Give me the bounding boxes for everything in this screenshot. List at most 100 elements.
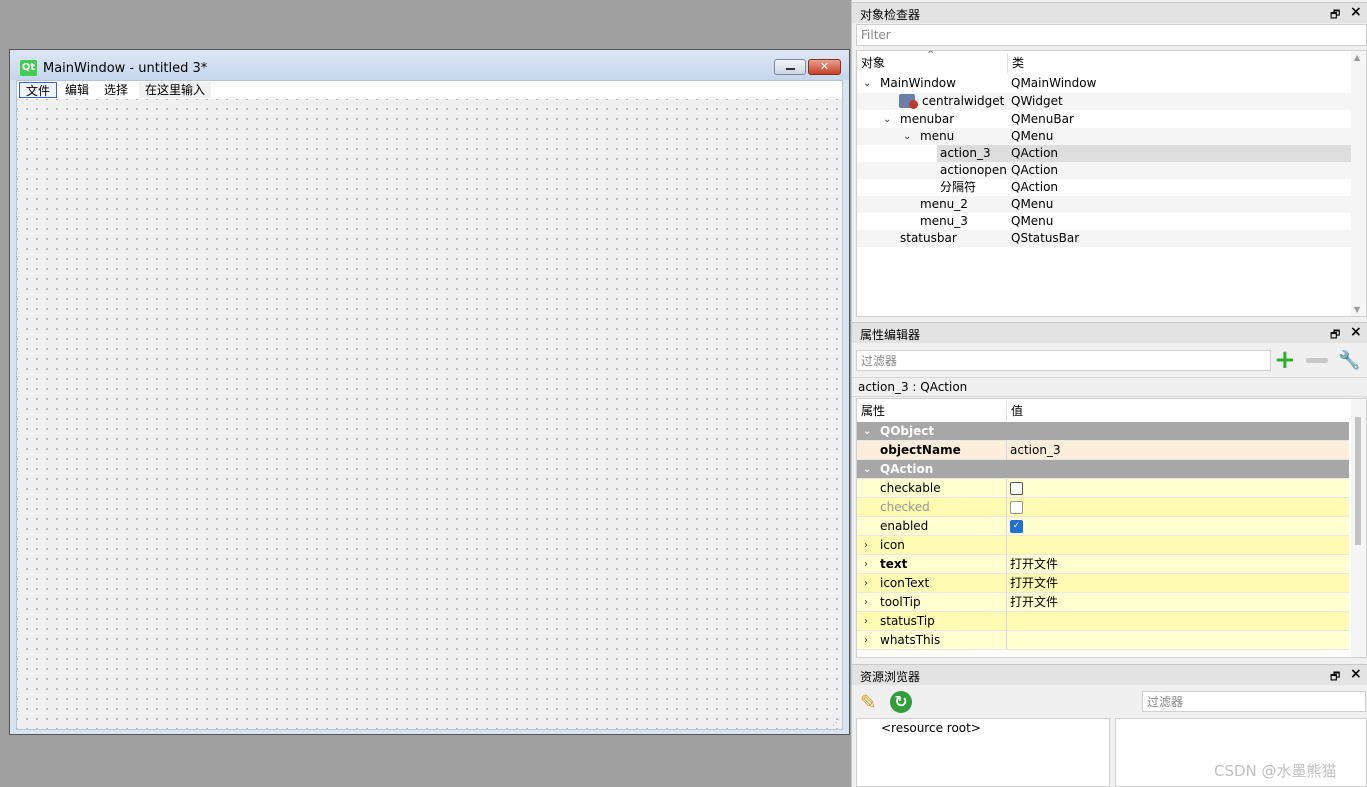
close-icon[interactable]: × <box>1350 666 1362 682</box>
edit-resources-icon[interactable]: ✎ <box>860 690 884 714</box>
chevron-down-icon[interactable]: ⌄ <box>883 111 891 128</box>
property-editor-titlebar[interactable]: 属性编辑器 🗗 × <box>852 322 1367 343</box>
dock-column: 对象检查器 🗗 × 对象 ^ 类 ⌄ MainWindow QMainWindo… <box>851 0 1367 787</box>
property-row[interactable]: checkable <box>857 479 1349 498</box>
property-filter-input[interactable] <box>857 351 1270 370</box>
object-filter-field[interactable] <box>856 24 1367 46</box>
resource-root-item[interactable]: <resource root> <box>881 721 981 735</box>
property-key: statusTip <box>880 614 935 628</box>
property-table[interactable]: 属性 值 ⌄ QObject objectName action_3 ⌄ QAc… <box>856 398 1367 658</box>
form-title-bar[interactable]: Qt MainWindow - untitled 3* ✕ <box>10 50 849 80</box>
chevron-down-icon[interactable]: ⌄ <box>863 75 871 92</box>
tree-row-class: QMenuBar <box>1011 112 1074 126</box>
column-divider <box>1006 479 1007 498</box>
property-group-row[interactable]: ⌄ QAction <box>857 460 1349 479</box>
chevron-down-icon[interactable]: ⌄ <box>863 422 871 441</box>
checked-checkbox[interactable] <box>1010 501 1023 514</box>
close-icon[interactable]: × <box>1350 324 1362 340</box>
chevron-right-icon[interactable]: › <box>864 593 868 612</box>
close-icon[interactable]: × <box>1350 4 1362 20</box>
property-scrollbar-thumb[interactable] <box>1355 417 1361 545</box>
reload-icon[interactable]: ↻ <box>890 691 912 713</box>
minimize-button[interactable] <box>774 59 806 75</box>
property-row[interactable]: › toolTip 打开文件 <box>857 593 1349 612</box>
object-inspector-titlebar[interactable]: 对象检查器 🗗 × <box>852 2 1367 23</box>
close-icon: ✕ <box>819 60 830 73</box>
resize-grip-icon[interactable]: ⋰ <box>832 719 840 727</box>
tree-row[interactable]: ⌄ menubar QMenuBar <box>857 111 1351 128</box>
property-value[interactable]: 打开文件 <box>1010 555 1058 574</box>
float-icon[interactable]: 🗗 <box>1330 668 1340 687</box>
chevron-right-icon[interactable]: › <box>864 631 868 650</box>
tree-row[interactable]: ⌄ menu QMenu <box>857 128 1351 145</box>
float-icon[interactable]: 🗗 <box>1330 6 1340 25</box>
resource-filter-input[interactable] <box>1143 692 1365 711</box>
menu-select[interactable]: 选择 <box>98 82 134 98</box>
column-divider <box>1006 441 1007 460</box>
scroll-down-icon[interactable]: ▼ <box>1354 305 1360 314</box>
close-button[interactable]: ✕ <box>808 59 841 75</box>
column-header-object[interactable]: 对象 ^ <box>857 50 1008 73</box>
chevron-right-icon[interactable]: › <box>864 536 868 555</box>
menu-type-here[interactable]: 在这里输入 <box>139 82 212 98</box>
tree-row-name: menu <box>920 129 955 143</box>
column-header-value[interactable]: 值 <box>1007 401 1347 421</box>
column-header-property[interactable]: 属性 <box>857 401 1007 421</box>
add-property-icon[interactable]: + <box>1274 347 1296 373</box>
tree-row-name: menu_2 <box>920 197 968 211</box>
chevron-down-icon[interactable]: ⌄ <box>863 460 871 479</box>
object-inspector-title: 对象检查器 <box>860 8 921 22</box>
enabled-checkbox[interactable]: ✓ <box>1010 520 1023 533</box>
tree-row-class: QAction <box>1011 163 1059 177</box>
tree-row-selected[interactable]: action_3 QAction <box>857 145 1351 162</box>
tree-row-name: action_3 <box>940 146 991 160</box>
property-row[interactable]: › icon <box>857 536 1349 555</box>
property-row[interactable]: objectName action_3 <box>857 441 1349 460</box>
chevron-right-icon[interactable]: › <box>864 574 868 593</box>
chevron-right-icon[interactable]: › <box>864 555 868 574</box>
column-divider <box>1006 517 1007 536</box>
tree-row[interactable]: actionopen QAction <box>857 162 1351 179</box>
property-group-row[interactable]: ⌄ QObject <box>857 422 1349 441</box>
form-window[interactable]: Qt MainWindow - untitled 3* ✕ 文件 编辑 选择 在… <box>9 49 850 735</box>
scroll-up-icon[interactable]: ▲ <box>1354 53 1360 62</box>
property-row[interactable]: › statusTip <box>857 612 1349 631</box>
resource-filter-field[interactable] <box>1142 691 1366 712</box>
property-key: objectName <box>880 443 961 457</box>
wrench-icon[interactable]: 🔧 <box>1338 350 1360 372</box>
tree-row[interactable]: 分隔符 QAction <box>857 179 1351 196</box>
tree-row-name: centralwidget <box>922 94 1005 108</box>
tree-scrollbar[interactable]: ▲ ▼ <box>1351 51 1366 316</box>
menu-file[interactable]: 文件 <box>19 82 58 98</box>
object-tree[interactable]: 对象 ^ 类 ⌄ MainWindow QMainWindow centralw… <box>856 50 1367 317</box>
tree-row-name: 分隔符 <box>940 180 977 194</box>
tree-row[interactable]: statusbar QStatusBar <box>857 230 1351 247</box>
resource-browser-titlebar[interactable]: 资源浏览器 🗗 × <box>852 664 1367 685</box>
column-header-class[interactable]: 类 <box>1008 53 1348 73</box>
tree-row[interactable]: menu_3 QMenu <box>857 213 1351 230</box>
property-row[interactable]: › text 打开文件 <box>857 555 1349 574</box>
tree-row[interactable]: centralwidget QWidget <box>857 93 1351 110</box>
column-divider <box>1006 612 1007 631</box>
chevron-right-icon[interactable]: › <box>864 612 868 631</box>
menu-edit[interactable]: 编辑 <box>59 82 95 98</box>
property-value[interactable]: action_3 <box>1010 441 1061 460</box>
remove-property-icon[interactable] <box>1306 358 1328 363</box>
property-row[interactable]: checked <box>857 498 1349 517</box>
chevron-down-icon[interactable]: ⌄ <box>903 128 911 145</box>
form-grid-canvas[interactable]: ⋰ <box>17 99 842 729</box>
checkable-checkbox[interactable] <box>1010 482 1023 495</box>
property-filter-field[interactable] <box>856 350 1271 371</box>
property-row[interactable]: › whatsThis <box>857 631 1349 650</box>
object-filter-input[interactable] <box>857 25 1366 45</box>
property-row[interactable]: enabled ✓ <box>857 517 1349 536</box>
tree-row-class: QMenu <box>1011 197 1054 211</box>
float-icon[interactable]: 🗗 <box>1330 326 1340 345</box>
resource-tree[interactable]: <resource root> <box>856 718 1110 787</box>
tree-row[interactable]: ⌄ MainWindow QMainWindow <box>857 75 1351 92</box>
property-key: icon <box>880 538 905 552</box>
property-value[interactable]: 打开文件 <box>1010 593 1058 612</box>
property-value[interactable]: 打开文件 <box>1010 574 1058 593</box>
tree-row[interactable]: menu_2 QMenu <box>857 196 1351 213</box>
property-row[interactable]: › iconText 打开文件 <box>857 574 1349 593</box>
